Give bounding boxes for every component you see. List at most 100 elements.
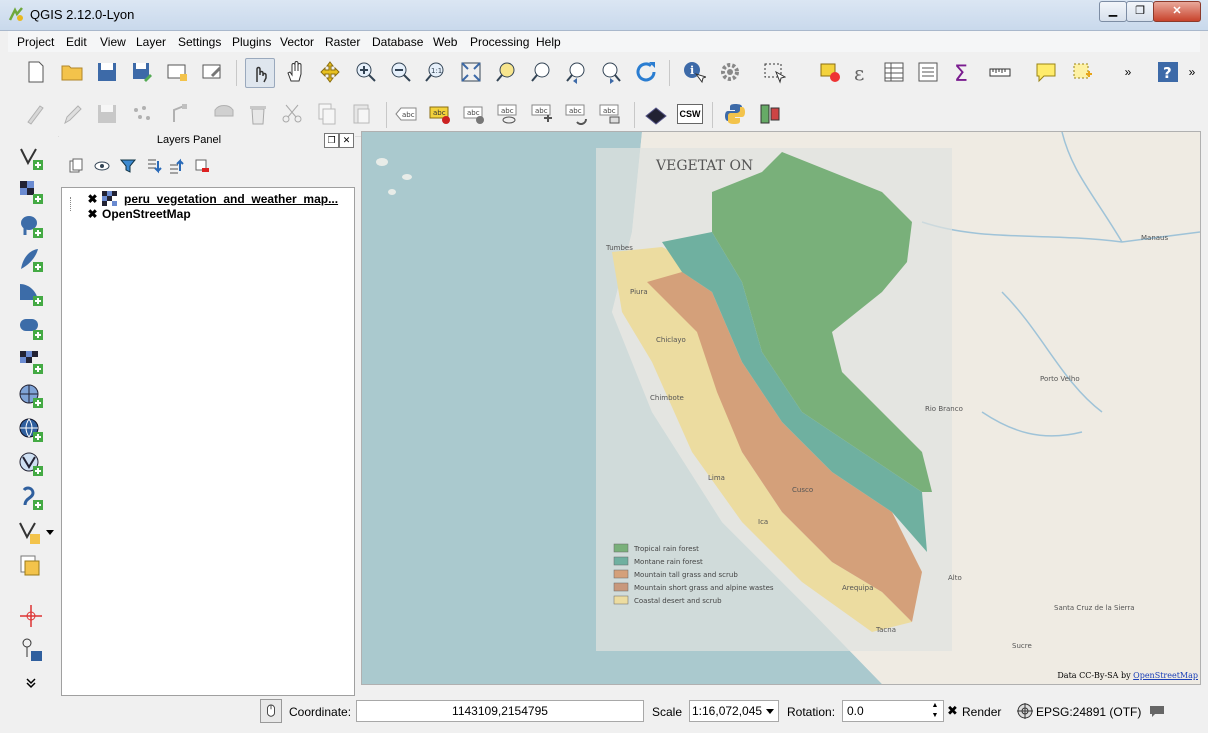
add-gps-layer-button[interactable] (16, 483, 46, 513)
delete-selected-button[interactable] (244, 100, 272, 128)
menu-edit[interactable]: Edit (66, 35, 87, 49)
attribute-table-button[interactable] (880, 58, 908, 86)
menu-raster[interactable]: Raster (325, 35, 360, 49)
layer-visibility-checkbox[interactable]: ✖ (87, 208, 98, 220)
new-layer-dropdown[interactable] (44, 517, 56, 547)
manage-visibility-button[interactable] (91, 155, 113, 177)
expand-all-button[interactable] (143, 155, 165, 177)
add-wcs-layer-button[interactable] (16, 381, 46, 411)
layer-row[interactable]: ✖ OpenStreetMap (87, 207, 190, 221)
change-label-button[interactable]: abc (596, 100, 624, 128)
new-bookmark-button[interactable] (1068, 58, 1096, 86)
pan-touch-button[interactable] (245, 58, 275, 88)
add-oracle-layer-button[interactable] (16, 313, 46, 343)
messages-icon[interactable] (1149, 703, 1165, 719)
save-as-button[interactable] (128, 58, 156, 86)
menu-settings[interactable]: Settings (178, 35, 221, 49)
measure-line-button[interactable] (986, 58, 1014, 86)
remove-layer-button[interactable] (191, 155, 213, 177)
create-layer-button[interactable] (16, 551, 46, 581)
zoom-full-button[interactable] (457, 58, 485, 86)
move-feature-button[interactable] (168, 100, 196, 128)
layer-visibility-checkbox[interactable]: ✖ (87, 193, 98, 205)
more-tools-button[interactable] (16, 674, 46, 692)
menu-view[interactable]: View (100, 35, 126, 49)
select-features-button[interactable] (760, 58, 788, 86)
zoom-last-button[interactable] (562, 58, 590, 86)
save-edits-button[interactable] (93, 100, 121, 128)
refresh-button[interactable] (632, 58, 660, 86)
float-panel-button[interactable]: ❐ (324, 133, 339, 148)
current-edits-button[interactable] (22, 100, 50, 128)
osm-attribution-link[interactable]: OpenStreetMap (1133, 671, 1198, 680)
menu-web[interactable]: Web (433, 35, 457, 49)
node-tool-button[interactable] (210, 100, 238, 128)
add-wms-layer-button[interactable] (16, 347, 46, 377)
run-feature-action-button[interactable] (716, 58, 744, 86)
highlight-labels-button[interactable]: abc (494, 100, 522, 128)
zoom-next-button[interactable] (597, 58, 625, 86)
add-raster-layer-button[interactable] (16, 177, 46, 207)
csw-button[interactable]: CSW (676, 100, 704, 128)
layer-row[interactable]: ✖ peru_vegetation_and_weather_map... (87, 191, 338, 206)
maximize-button[interactable]: ❐ (1126, 1, 1154, 22)
zoom-to-layer-button[interactable] (527, 58, 555, 86)
show-hide-labels-button[interactable]: abc (460, 100, 488, 128)
map-tips-button[interactable] (1032, 58, 1060, 86)
field-calculator-button[interactable]: ε (848, 58, 876, 86)
composer-manager-button[interactable] (198, 58, 226, 86)
menu-plugins[interactable]: Plugins (232, 35, 271, 49)
crs-globe-icon[interactable] (1017, 703, 1033, 719)
pin-labels-button[interactable]: abc (426, 100, 454, 128)
render-checkbox[interactable]: ✖ (947, 703, 958, 719)
filter-legend-button[interactable] (117, 155, 139, 177)
pan-to-selection-button[interactable] (316, 58, 344, 86)
new-shapefile-layer-button[interactable] (16, 517, 46, 547)
layer-labeling-button[interactable]: abc (392, 100, 420, 128)
new-project-button[interactable] (22, 58, 50, 86)
db-manager-button[interactable] (756, 100, 784, 128)
gps-info-button[interactable] (16, 635, 46, 665)
coordinate-capture-button[interactable] (16, 601, 46, 631)
add-feature-button[interactable] (128, 100, 156, 128)
spin-up-button[interactable]: ▲ (928, 701, 942, 711)
paste-features-button[interactable] (348, 100, 376, 128)
add-spatialite-layer-button[interactable] (16, 245, 46, 275)
help-button[interactable]: ? (1154, 58, 1182, 86)
zoom-in-button[interactable] (352, 58, 380, 86)
coordinate-field[interactable]: 1143109,2154795 (356, 700, 644, 722)
python-console-button[interactable] (721, 100, 749, 128)
move-label-button[interactable]: abc (528, 100, 556, 128)
zoom-native-button[interactable]: 1:1 (422, 58, 450, 86)
close-panel-button[interactable]: ✕ (339, 133, 354, 148)
deselect-all-button[interactable] (816, 58, 844, 86)
zoom-out-button[interactable] (387, 58, 415, 86)
minimize-button[interactable]: ▁ (1099, 1, 1127, 22)
statistical-summary-button[interactable] (914, 58, 942, 86)
rotation-spinbox[interactable]: 0.0 ▲ ▼ (842, 700, 944, 722)
toggle-extents-button[interactable] (260, 699, 282, 723)
add-vector-layer-button[interactable] (16, 143, 46, 173)
close-button[interactable]: ✕ (1153, 1, 1201, 22)
add-postgis-layer-button[interactable] (16, 211, 46, 241)
menu-vector[interactable]: Vector (280, 35, 314, 49)
menu-database[interactable]: Database (372, 35, 423, 49)
add-group-button[interactable] (65, 155, 87, 177)
add-delimited-text-button[interactable] (16, 449, 46, 479)
menu-help[interactable]: Help (536, 35, 561, 49)
rotate-label-button[interactable]: abc (562, 100, 590, 128)
open-project-button[interactable] (58, 58, 86, 86)
menu-processing[interactable]: Processing (470, 35, 529, 49)
toggle-editing-button[interactable] (58, 100, 86, 128)
zoom-to-selection-button[interactable] (492, 58, 520, 86)
crs-status[interactable]: EPSG:24891 (OTF) (1036, 705, 1141, 719)
add-mssql-layer-button[interactable] (16, 279, 46, 309)
menu-project[interactable]: Project (17, 35, 54, 49)
new-print-composer-button[interactable] (163, 58, 191, 86)
cut-features-button[interactable] (278, 100, 306, 128)
copy-features-button[interactable] (313, 100, 341, 128)
map-swipe-button[interactable] (642, 100, 670, 128)
map-canvas[interactable]: VEGETAT ON Tropical rain forest Montane … (361, 131, 1201, 685)
identify-features-button[interactable]: i (680, 58, 708, 86)
spin-down-button[interactable]: ▼ (928, 711, 942, 721)
